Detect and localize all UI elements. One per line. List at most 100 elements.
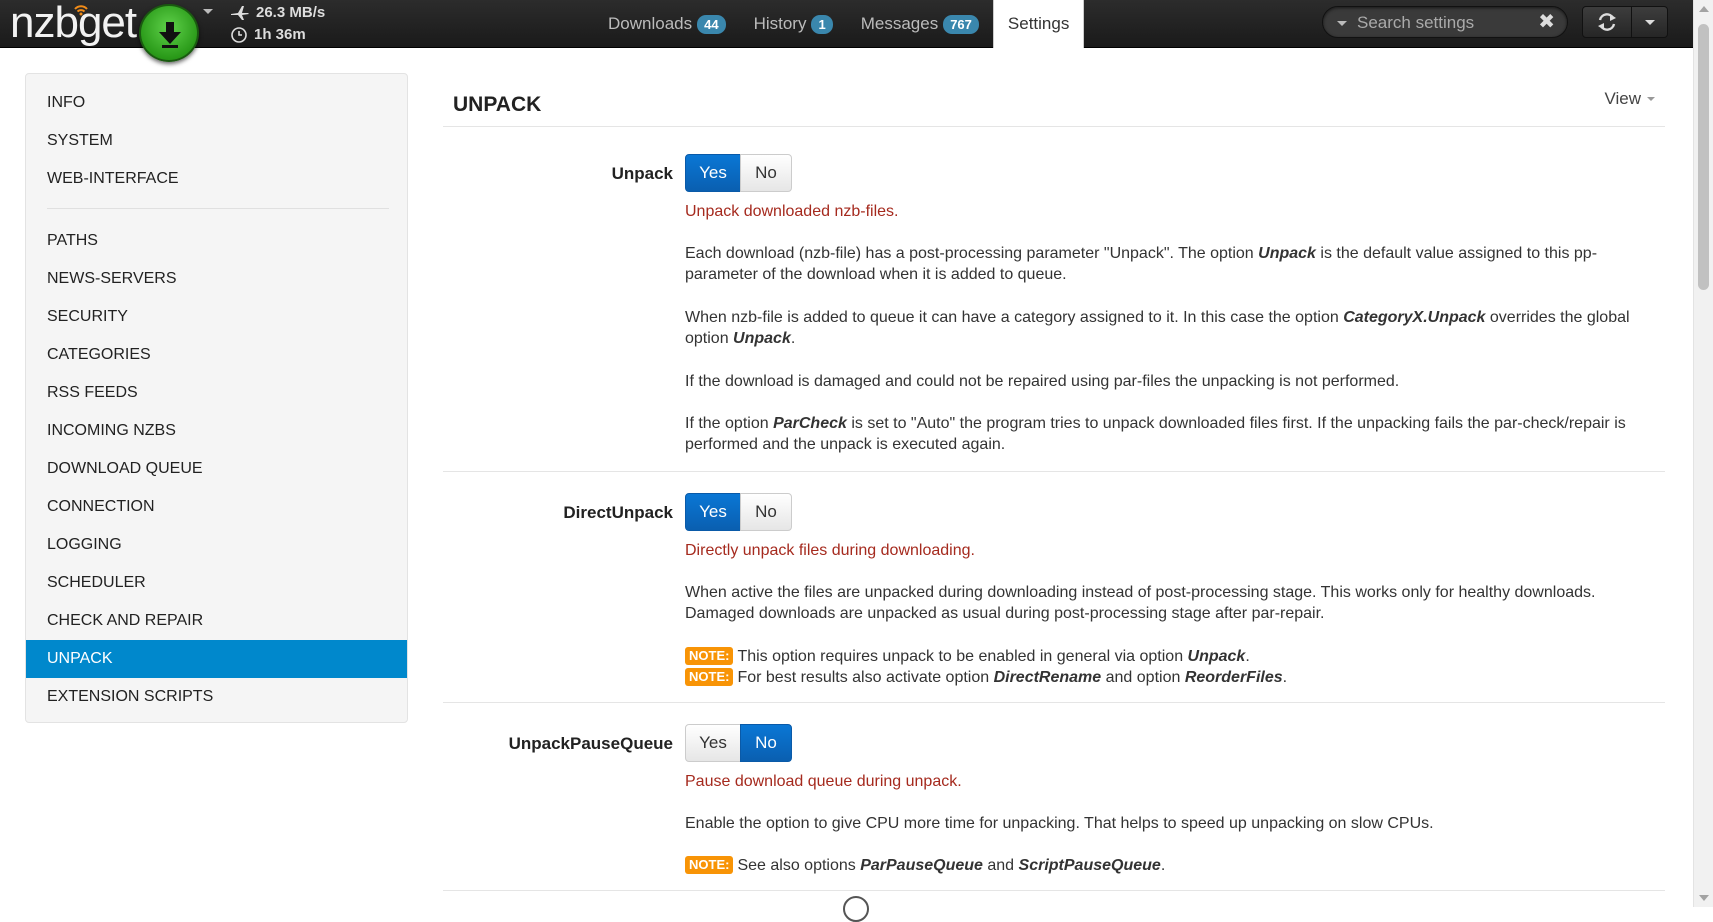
sidebar-item-security[interactable]: SECURITY: [26, 298, 407, 336]
text-span: For best results also activate option: [737, 669, 994, 686]
text-span: .: [790, 330, 796, 347]
option-divider: [443, 471, 1665, 472]
option-ref: ParPauseQueue: [860, 857, 983, 874]
scroll-indicator-icon[interactable]: [843, 896, 869, 922]
history-count-badge: 1: [811, 14, 833, 34]
page-title: UNPACK: [453, 93, 542, 116]
view-dropdown[interactable]: View: [1604, 89, 1655, 109]
unpack-description-3: If the download is damaged and could not…: [685, 373, 1400, 390]
direct-unpack-note-2: NOTE: For best results also activate opti…: [685, 667, 1665, 688]
messages-count-badge: 767: [943, 14, 979, 34]
unpack-pause-queue-yes-button[interactable]: Yes: [685, 724, 741, 762]
sidebar-item-rss-feeds[interactable]: RSS FEEDS: [26, 374, 407, 412]
unpack-description-4: If the option ParCheck is set to "Auto" …: [685, 413, 1665, 455]
tab-messages[interactable]: Messages 767: [847, 0, 993, 48]
sidebar-item-web-interface[interactable]: WEB-INTERFACE: [26, 160, 407, 198]
option-label-unpack: Unpack: [611, 164, 673, 183]
unpack-toggle: Yes No: [685, 154, 792, 192]
option-ref: ScriptPauseQueue: [1018, 857, 1161, 874]
text-span: Each download (nzb-file) has a post-proc…: [685, 245, 1259, 262]
text-span: .: [1160, 857, 1166, 874]
sidebar-item-paths[interactable]: PATHS: [26, 222, 407, 260]
sidebar-item-info[interactable]: INFO: [26, 84, 407, 122]
downloads-count-badge: 44: [697, 14, 726, 34]
text-span: This option requires unpack to be enable…: [737, 648, 1188, 665]
unpack-description-2: When nzb-file is added to queue it can h…: [685, 307, 1665, 349]
unpack-yes-button[interactable]: Yes: [685, 154, 741, 192]
section-divider: [443, 126, 1665, 127]
download-arrow-icon: [159, 22, 181, 48]
unpack-pause-queue-summary: Pause download queue during unpack.: [685, 773, 962, 790]
download-speed: 26.3 MB/s: [256, 4, 326, 21]
search-settings-box: ✖: [1322, 6, 1568, 38]
direct-unpack-no-button[interactable]: No: [740, 493, 792, 531]
scroll-up-arrow-icon[interactable]: [1699, 6, 1709, 12]
text-span: .: [1282, 669, 1288, 686]
sidebar-item-categories[interactable]: CATEGORIES: [26, 336, 407, 374]
sidebar-item-unpack[interactable]: UNPACK: [26, 640, 407, 678]
unpack-pause-queue-toggle: Yes No: [685, 724, 792, 762]
search-input[interactable]: [1355, 11, 1533, 35]
main-tabs: Downloads 44 History 1 Messages 767 Sett…: [594, 0, 1085, 48]
download-stats[interactable]: 26.3 MB/s 1h 36m: [230, 2, 325, 46]
scroll-down-arrow-icon[interactable]: [1699, 895, 1709, 901]
tab-downloads[interactable]: Downloads 44: [594, 0, 740, 48]
note-badge: NOTE:: [685, 668, 734, 686]
search-filter-caret[interactable]: [1337, 21, 1347, 26]
chevron-down-icon: [1644, 19, 1655, 25]
sidebar-item-system[interactable]: SYSTEM: [26, 122, 407, 160]
option-label-unpack-pause-queue: UnpackPauseQueue: [508, 734, 673, 753]
text-span: .: [1245, 648, 1250, 665]
direct-unpack-yes-button[interactable]: Yes: [685, 493, 741, 531]
sidebar-item-news-servers[interactable]: NEWS-SERVERS: [26, 260, 407, 298]
pause-resume-button[interactable]: [139, 4, 199, 62]
download-options-caret[interactable]: [203, 9, 213, 14]
settings-sidebar: INFO SYSTEM WEB-INTERFACE PATHS NEWS-SER…: [25, 73, 408, 723]
plane-icon: [231, 6, 249, 20]
sidebar-item-extension-scripts[interactable]: EXTENSION SCRIPTS: [26, 678, 407, 716]
option-ref: CategoryX.Unpack: [1343, 309, 1486, 326]
scrollbar-thumb[interactable]: [1698, 24, 1709, 290]
note-badge: NOTE:: [685, 647, 734, 665]
sidebar-item-scheduler[interactable]: SCHEDULER: [26, 564, 407, 602]
option-divider: [443, 702, 1665, 703]
brand-logo[interactable]: nzbget: [10, 0, 137, 48]
direct-unpack-summary: Directly unpack files during downloading…: [685, 542, 975, 559]
refresh-options-button[interactable]: [1632, 6, 1668, 38]
unpack-summary: Unpack downloaded nzb-files.: [685, 203, 899, 220]
tab-settings[interactable]: Settings: [992, 0, 1085, 48]
option-divider: [443, 890, 1665, 891]
unpack-no-button[interactable]: No: [740, 154, 792, 192]
option-ref: DirectRename: [993, 669, 1102, 686]
note-badge: NOTE:: [685, 856, 734, 874]
text-span: See also options: [737, 857, 861, 874]
refresh-icon: [1598, 13, 1616, 31]
signal-icon: [74, 5, 88, 16]
sidebar-item-logging[interactable]: LOGGING: [26, 526, 407, 564]
sidebar-item-check-and-repair[interactable]: CHECK AND REPAIR: [26, 602, 407, 640]
time-remaining: 1h 36m: [254, 26, 306, 43]
close-icon[interactable]: ✖: [1538, 12, 1555, 32]
view-dropdown-label: View: [1604, 89, 1641, 108]
option-ref: ParCheck: [773, 415, 847, 432]
page-scrollbar[interactable]: [1693, 0, 1713, 907]
sidebar-item-download-queue[interactable]: DOWNLOAD QUEUE: [26, 450, 407, 488]
text-span: and: [982, 857, 1019, 874]
tab-messages-label: Messages: [860, 14, 939, 33]
text-span: and option: [1101, 669, 1185, 686]
option-ref: Unpack: [1187, 648, 1246, 665]
unpack-pause-queue-description: Enable the option to give CPU more time …: [685, 815, 1434, 832]
clock-icon: [231, 27, 247, 43]
tab-history[interactable]: History 1: [740, 0, 847, 48]
unpack-description-1: Each download (nzb-file) has a post-proc…: [685, 243, 1665, 285]
top-navbar: nzbget 26.3 MB/s 1h 36m Downloads 44 His…: [0, 0, 1713, 62]
sidebar-item-incoming-nzbs[interactable]: INCOMING NZBS: [26, 412, 407, 450]
text-span: When nzb-file is added to queue it can h…: [685, 309, 1344, 326]
tab-settings-label: Settings: [1007, 14, 1070, 33]
option-ref: Unpack: [1258, 245, 1316, 262]
sidebar-item-connection[interactable]: CONNECTION: [26, 488, 407, 526]
refresh-button[interactable]: [1582, 6, 1632, 38]
unpack-pause-queue-no-button[interactable]: No: [740, 724, 792, 762]
chevron-down-icon: [1647, 97, 1655, 101]
sidebar-divider: [47, 208, 389, 209]
